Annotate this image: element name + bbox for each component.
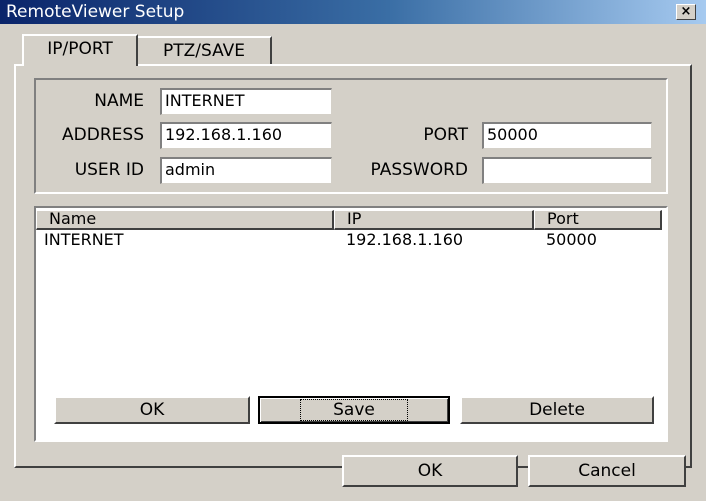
close-icon[interactable]: × (676, 4, 696, 20)
column-header-port[interactable]: Port (534, 210, 662, 230)
column-header-ip[interactable]: IP (334, 210, 534, 230)
address-field[interactable]: 192.168.1.160 (160, 122, 332, 149)
row-port: 50000 (546, 230, 597, 249)
password-field[interactable] (482, 157, 652, 184)
dialog-cancel-button[interactable]: Cancel (528, 455, 686, 487)
password-label: PASSWORD (370, 160, 468, 180)
user-id-label: USER ID (74, 160, 144, 180)
save-button-label: Save (300, 399, 408, 421)
row-ip: 192.168.1.160 (346, 230, 464, 249)
list-ok-button[interactable]: OK (54, 396, 250, 424)
save-button[interactable]: Save (258, 396, 450, 424)
tab-ip-port[interactable]: IP/PORT (22, 34, 138, 66)
name-label: NAME (94, 91, 144, 111)
port-label: PORT (423, 125, 468, 145)
title-bar[interactable]: RemoteViewer Setup × (0, 0, 706, 24)
name-field[interactable]: INTERNET (160, 88, 332, 115)
delete-button[interactable]: Delete (460, 396, 654, 424)
tab-ptz-save[interactable]: PTZ/SAVE (138, 36, 272, 64)
user-id-field[interactable]: admin (160, 157, 332, 184)
address-label: ADDRESS (62, 125, 144, 145)
window-title: RemoteViewer Setup (6, 2, 185, 22)
port-field[interactable]: 50000 (482, 122, 652, 149)
remote-viewer-setup-dialog: RemoteViewer Setup × PTZ/SAVE IP/PORT NA… (0, 0, 706, 501)
row-name: INTERNET (44, 230, 124, 249)
dialog-ok-button[interactable]: OK (342, 455, 518, 487)
column-header-name[interactable]: Name (36, 210, 334, 230)
